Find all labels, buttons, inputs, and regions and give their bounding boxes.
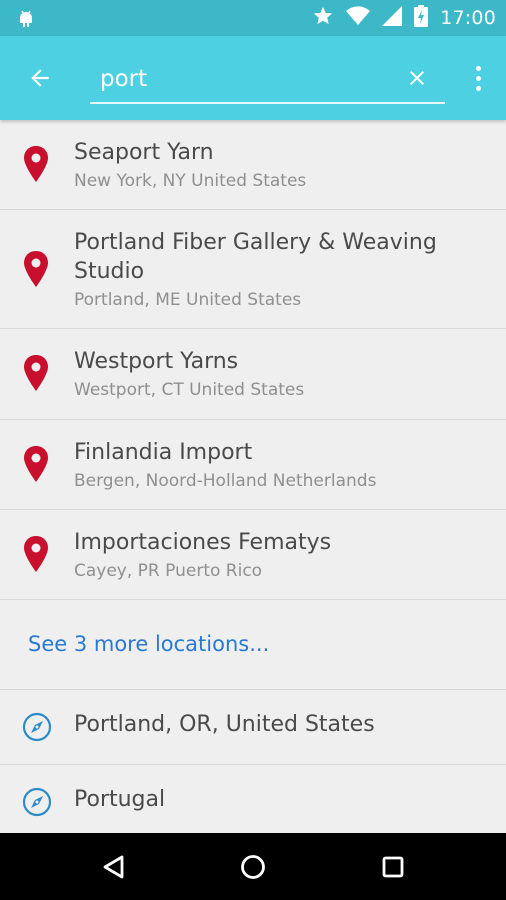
system-nav-bar bbox=[0, 833, 506, 900]
results-list: Seaport Yarn New York, NY United States … bbox=[0, 120, 506, 840]
clear-search-button[interactable] bbox=[403, 64, 431, 92]
status-bar: 17:00 bbox=[0, 0, 506, 36]
list-item[interactable]: Importaciones Fematys Cayey, PR Puerto R… bbox=[0, 510, 506, 600]
list-item[interactable]: Portland Fiber Gallery & Weaving Studio … bbox=[0, 210, 506, 329]
nav-back-button[interactable] bbox=[96, 849, 132, 885]
map-pin-icon bbox=[24, 146, 48, 182]
android-icon bbox=[16, 8, 36, 28]
back-button[interactable] bbox=[20, 58, 60, 98]
item-title: Portland Fiber Gallery & Weaving Studio bbox=[74, 230, 437, 284]
item-subtitle: Westport, CT United States bbox=[74, 380, 305, 400]
compass-icon bbox=[22, 787, 52, 817]
place-title: Portugal bbox=[74, 787, 166, 812]
item-subtitle: Portland, ME United States bbox=[74, 290, 302, 310]
compass-icon bbox=[22, 712, 52, 742]
search-input[interactable] bbox=[100, 62, 390, 96]
map-pin-icon bbox=[24, 251, 48, 287]
close-icon bbox=[410, 71, 424, 85]
search-app-bar bbox=[0, 36, 506, 120]
more-vert-icon bbox=[475, 65, 481, 71]
overflow-menu-button[interactable] bbox=[470, 62, 486, 94]
map-pin-icon bbox=[24, 536, 48, 572]
menu-dot bbox=[475, 85, 481, 91]
place-suggestion[interactable]: Portland, OR, United States bbox=[0, 690, 506, 765]
menu-dot bbox=[475, 75, 481, 81]
status-icons: 17:00 bbox=[312, 0, 496, 36]
see-more-label: See 3 more locations... bbox=[28, 632, 270, 656]
signal-icon bbox=[382, 6, 403, 30]
star-icon bbox=[312, 5, 334, 31]
item-title: Importaciones Fematys bbox=[74, 530, 332, 555]
item-title: Seaport Yarn bbox=[74, 140, 214, 165]
battery-charging-icon bbox=[414, 5, 429, 31]
wifi-icon bbox=[346, 5, 371, 31]
place-title: Portland, OR, United States bbox=[74, 712, 375, 737]
back-triangle-icon bbox=[103, 855, 124, 879]
item-subtitle: Bergen, Noord-Holland Netherlands bbox=[74, 471, 377, 491]
item-title: Finlandia Import bbox=[74, 440, 253, 465]
list-item[interactable]: Seaport Yarn New York, NY United States bbox=[0, 120, 506, 210]
nav-recents-button[interactable] bbox=[375, 849, 411, 885]
list-item[interactable]: Finlandia Import Bergen, Noord-Holland N… bbox=[0, 420, 506, 510]
item-subtitle: New York, NY United States bbox=[74, 171, 307, 191]
see-more-locations-link[interactable]: See 3 more locations... bbox=[0, 600, 506, 690]
nav-home-button[interactable] bbox=[235, 849, 271, 885]
status-time: 17:00 bbox=[440, 7, 496, 29]
item-subtitle: Cayey, PR Puerto Rico bbox=[74, 561, 263, 581]
map-pin-icon bbox=[24, 355, 48, 391]
back-arrow-icon bbox=[31, 69, 49, 87]
search-field bbox=[90, 56, 445, 104]
place-suggestion[interactable]: Portugal bbox=[0, 765, 506, 840]
list-item[interactable]: Westport Yarns Westport, CT United State… bbox=[0, 329, 506, 420]
map-pin-icon bbox=[24, 446, 48, 482]
item-title: Westport Yarns bbox=[74, 349, 239, 374]
home-circle-icon bbox=[241, 855, 265, 879]
recents-square-icon bbox=[382, 856, 404, 878]
